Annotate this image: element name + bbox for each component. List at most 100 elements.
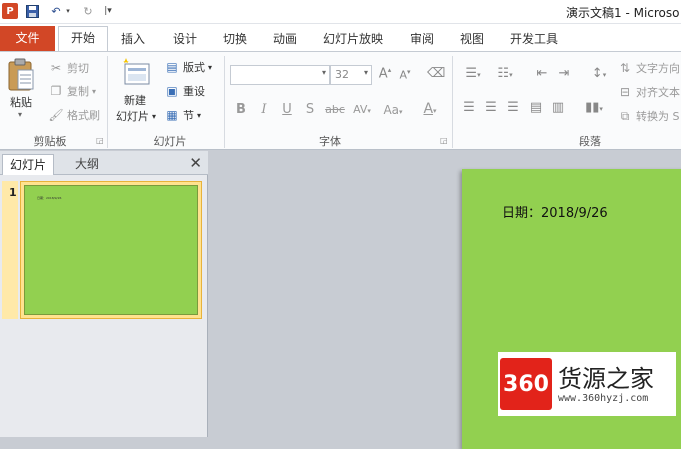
cut-label: 剪切 <box>67 62 89 75</box>
title-bar: P ↶ ▾ ↻ |▾ 演示文稿1 - Microso <box>0 0 681 24</box>
section-label: 节 <box>183 109 194 122</box>
numbering-button[interactable]: ☷▾ <box>492 66 518 81</box>
tab-view[interactable]: 视图 <box>457 29 487 49</box>
undo-dropdown-icon[interactable]: ▾ <box>64 3 72 19</box>
paste-dropdown-icon[interactable]: ▾ <box>18 110 22 119</box>
shadow-button[interactable]: S <box>301 102 319 117</box>
tab-outline[interactable]: 大纲 <box>58 154 116 175</box>
layout-label: 版式 <box>183 61 205 74</box>
italic-button[interactable]: I <box>255 102 273 117</box>
ribbon-home: 粘贴 ▾ ✂ 剪切 ❐ 复制 ▾ 🖌 格式刷 剪贴板 ◲ 新建 幻灯片 ▾ ▤ 版式 ▾ ▣ 重… <box>0 51 681 150</box>
tab-home[interactable]: 开始 <box>58 26 108 51</box>
strikethrough-button[interactable]: abc <box>322 103 348 116</box>
redo-icon[interactable]: ↻ <box>80 3 96 19</box>
font-color-icon: A <box>423 101 434 117</box>
group-divider <box>107 56 108 148</box>
columns-button[interactable]: ▮▮▾ <box>581 100 607 115</box>
font-size-combo[interactable]: 32 ▾ <box>330 65 372 85</box>
layout-button[interactable]: ▤ 版式 ▾ <box>164 59 212 75</box>
watermark-title: 货源之家 <box>558 364 654 393</box>
align-left-icon[interactable]: ☰ <box>460 100 478 115</box>
chevron-down-icon: ▾ <box>321 68 326 77</box>
clipboard-group-label: 剪贴板 <box>33 135 67 148</box>
ribbon-tabs: 文件 开始 插入 设计 切换 动画 幻灯片放映 审阅 视图 开发工具 <box>0 24 681 51</box>
section-button[interactable]: ▦ 节 ▾ <box>164 107 201 123</box>
cut-button[interactable]: ✂ 剪切 <box>48 60 89 76</box>
tab-design[interactable]: 设计 <box>170 29 200 49</box>
new-slide-button[interactable]: 幻灯片 ▾ <box>116 108 156 124</box>
change-case-button[interactable]: Aa▾ <box>380 103 406 117</box>
slide-thumbnail-marker <box>2 181 18 319</box>
align-center-icon[interactable]: ☰ <box>482 100 500 115</box>
bold-button[interactable]: B <box>232 102 250 117</box>
text-direction-icon: ⇅ <box>619 61 631 75</box>
paragraph-group-label: 段落 <box>579 135 601 148</box>
convert-smartart-label: 转换为 S <box>636 110 680 123</box>
align-right-icon[interactable]: ☰ <box>504 100 522 115</box>
reset-button[interactable]: ▣ 重设 <box>164 83 205 99</box>
shrink-font-icon: A <box>399 68 407 82</box>
tab-insert[interactable]: 插入 <box>118 29 148 49</box>
format-painter-label: 格式刷 <box>67 109 100 122</box>
tab-developer[interactable]: 开发工具 <box>507 29 561 49</box>
close-icon[interactable]: ✕ <box>189 154 202 172</box>
format-painter-button[interactable]: 🖌 格式刷 <box>48 107 100 123</box>
font-dialog-launcher-icon[interactable]: ◲ <box>440 136 448 145</box>
slide-thumbnail-canvas: 日期：2018/9/26 <box>24 185 198 315</box>
font-size-value: 32 <box>335 68 349 81</box>
justify-icon[interactable]: ▤ <box>527 100 545 115</box>
tab-animations[interactable]: 动画 <box>270 29 300 49</box>
character-spacing-button[interactable]: AV▾ <box>350 103 374 116</box>
paste-button[interactable]: 粘贴 <box>10 94 32 110</box>
tab-slideshow[interactable]: 幻灯片放映 <box>321 29 385 49</box>
slides-group-label: 幻灯片 <box>153 135 187 148</box>
smartart-icon: ⧉ <box>620 109 630 123</box>
copy-label: 复制 <box>67 85 89 98</box>
tab-transitions[interactable]: 切换 <box>220 29 250 49</box>
text-direction-label: 文字方向 <box>636 62 680 75</box>
watermark-url: www.360hyzj.com <box>558 392 649 404</box>
tab-slides[interactable]: 幻灯片 <box>2 154 54 175</box>
new-slide-label-2: 幻灯片 <box>116 110 149 123</box>
align-text-icon: ⊟ <box>619 85 631 99</box>
undo-icon[interactable]: ↶ <box>48 3 64 19</box>
paste-icon[interactable] <box>6 58 40 96</box>
clipboard-dialog-launcher-icon[interactable]: ◲ <box>96 136 104 145</box>
watermark-logo: 360 <box>500 358 552 410</box>
watermark: 360 货源之家 www.360hyzj.com <box>498 352 676 416</box>
new-slide-label-1[interactable]: 新建 <box>124 92 146 108</box>
new-slide-icon[interactable] <box>120 56 152 90</box>
grow-font-button[interactable]: A▴ <box>376 66 394 81</box>
font-name-combo[interactable]: ▾ <box>230 65 330 85</box>
distributed-icon[interactable]: ▥ <box>549 100 567 115</box>
tab-review[interactable]: 审阅 <box>407 29 437 49</box>
bullets-button[interactable]: ☰▾ <box>460 66 486 81</box>
underline-button[interactable]: U <box>278 102 296 117</box>
spacing-icon: AV <box>353 103 368 116</box>
shrink-font-button[interactable]: A▾ <box>396 68 414 82</box>
chevron-down-icon: ▾ <box>363 68 368 77</box>
layout-icon: ▤ <box>166 60 178 74</box>
paste-label: 粘贴 <box>10 96 32 109</box>
slide-date-text[interactable]: 日期：2018/9/26 <box>502 202 608 221</box>
text-direction-button[interactable]: ⇅ 文字方向 <box>617 60 680 76</box>
copy-button[interactable]: ❐ 复制 ▾ <box>48 83 96 99</box>
tab-file[interactable]: 文件 <box>0 26 55 51</box>
increase-indent-icon[interactable]: ⇥ <box>555 66 573 81</box>
slide-thumbnail[interactable]: 日期：2018/9/26 <box>20 181 202 319</box>
grow-font-icon: A <box>378 66 388 82</box>
clear-formatting-icon[interactable]: ⌫ <box>427 66 445 81</box>
convert-smartart-button[interactable]: ⧉ 转换为 S <box>617 108 680 124</box>
customize-qat-icon[interactable]: |▾ <box>100 3 116 19</box>
powerpoint-app-icon[interactable]: P <box>2 3 18 19</box>
decrease-indent-icon[interactable]: ⇤ <box>533 66 551 81</box>
font-color-button[interactable]: A▾ <box>418 101 442 117</box>
slides-panel: 幻灯片 大纲 ✕ 1 日期：2018/9/26 <box>0 151 208 437</box>
scissors-icon: ✂ <box>50 61 62 75</box>
watermark-text: 货源之家 www.360hyzj.com <box>558 365 654 404</box>
group-divider <box>224 56 225 148</box>
align-text-button[interactable]: ⊟ 对齐文本 <box>617 84 680 100</box>
save-icon[interactable] <box>24 3 40 19</box>
line-spacing-button[interactable]: ↕▾ <box>586 66 612 81</box>
section-icon: ▦ <box>166 108 178 122</box>
